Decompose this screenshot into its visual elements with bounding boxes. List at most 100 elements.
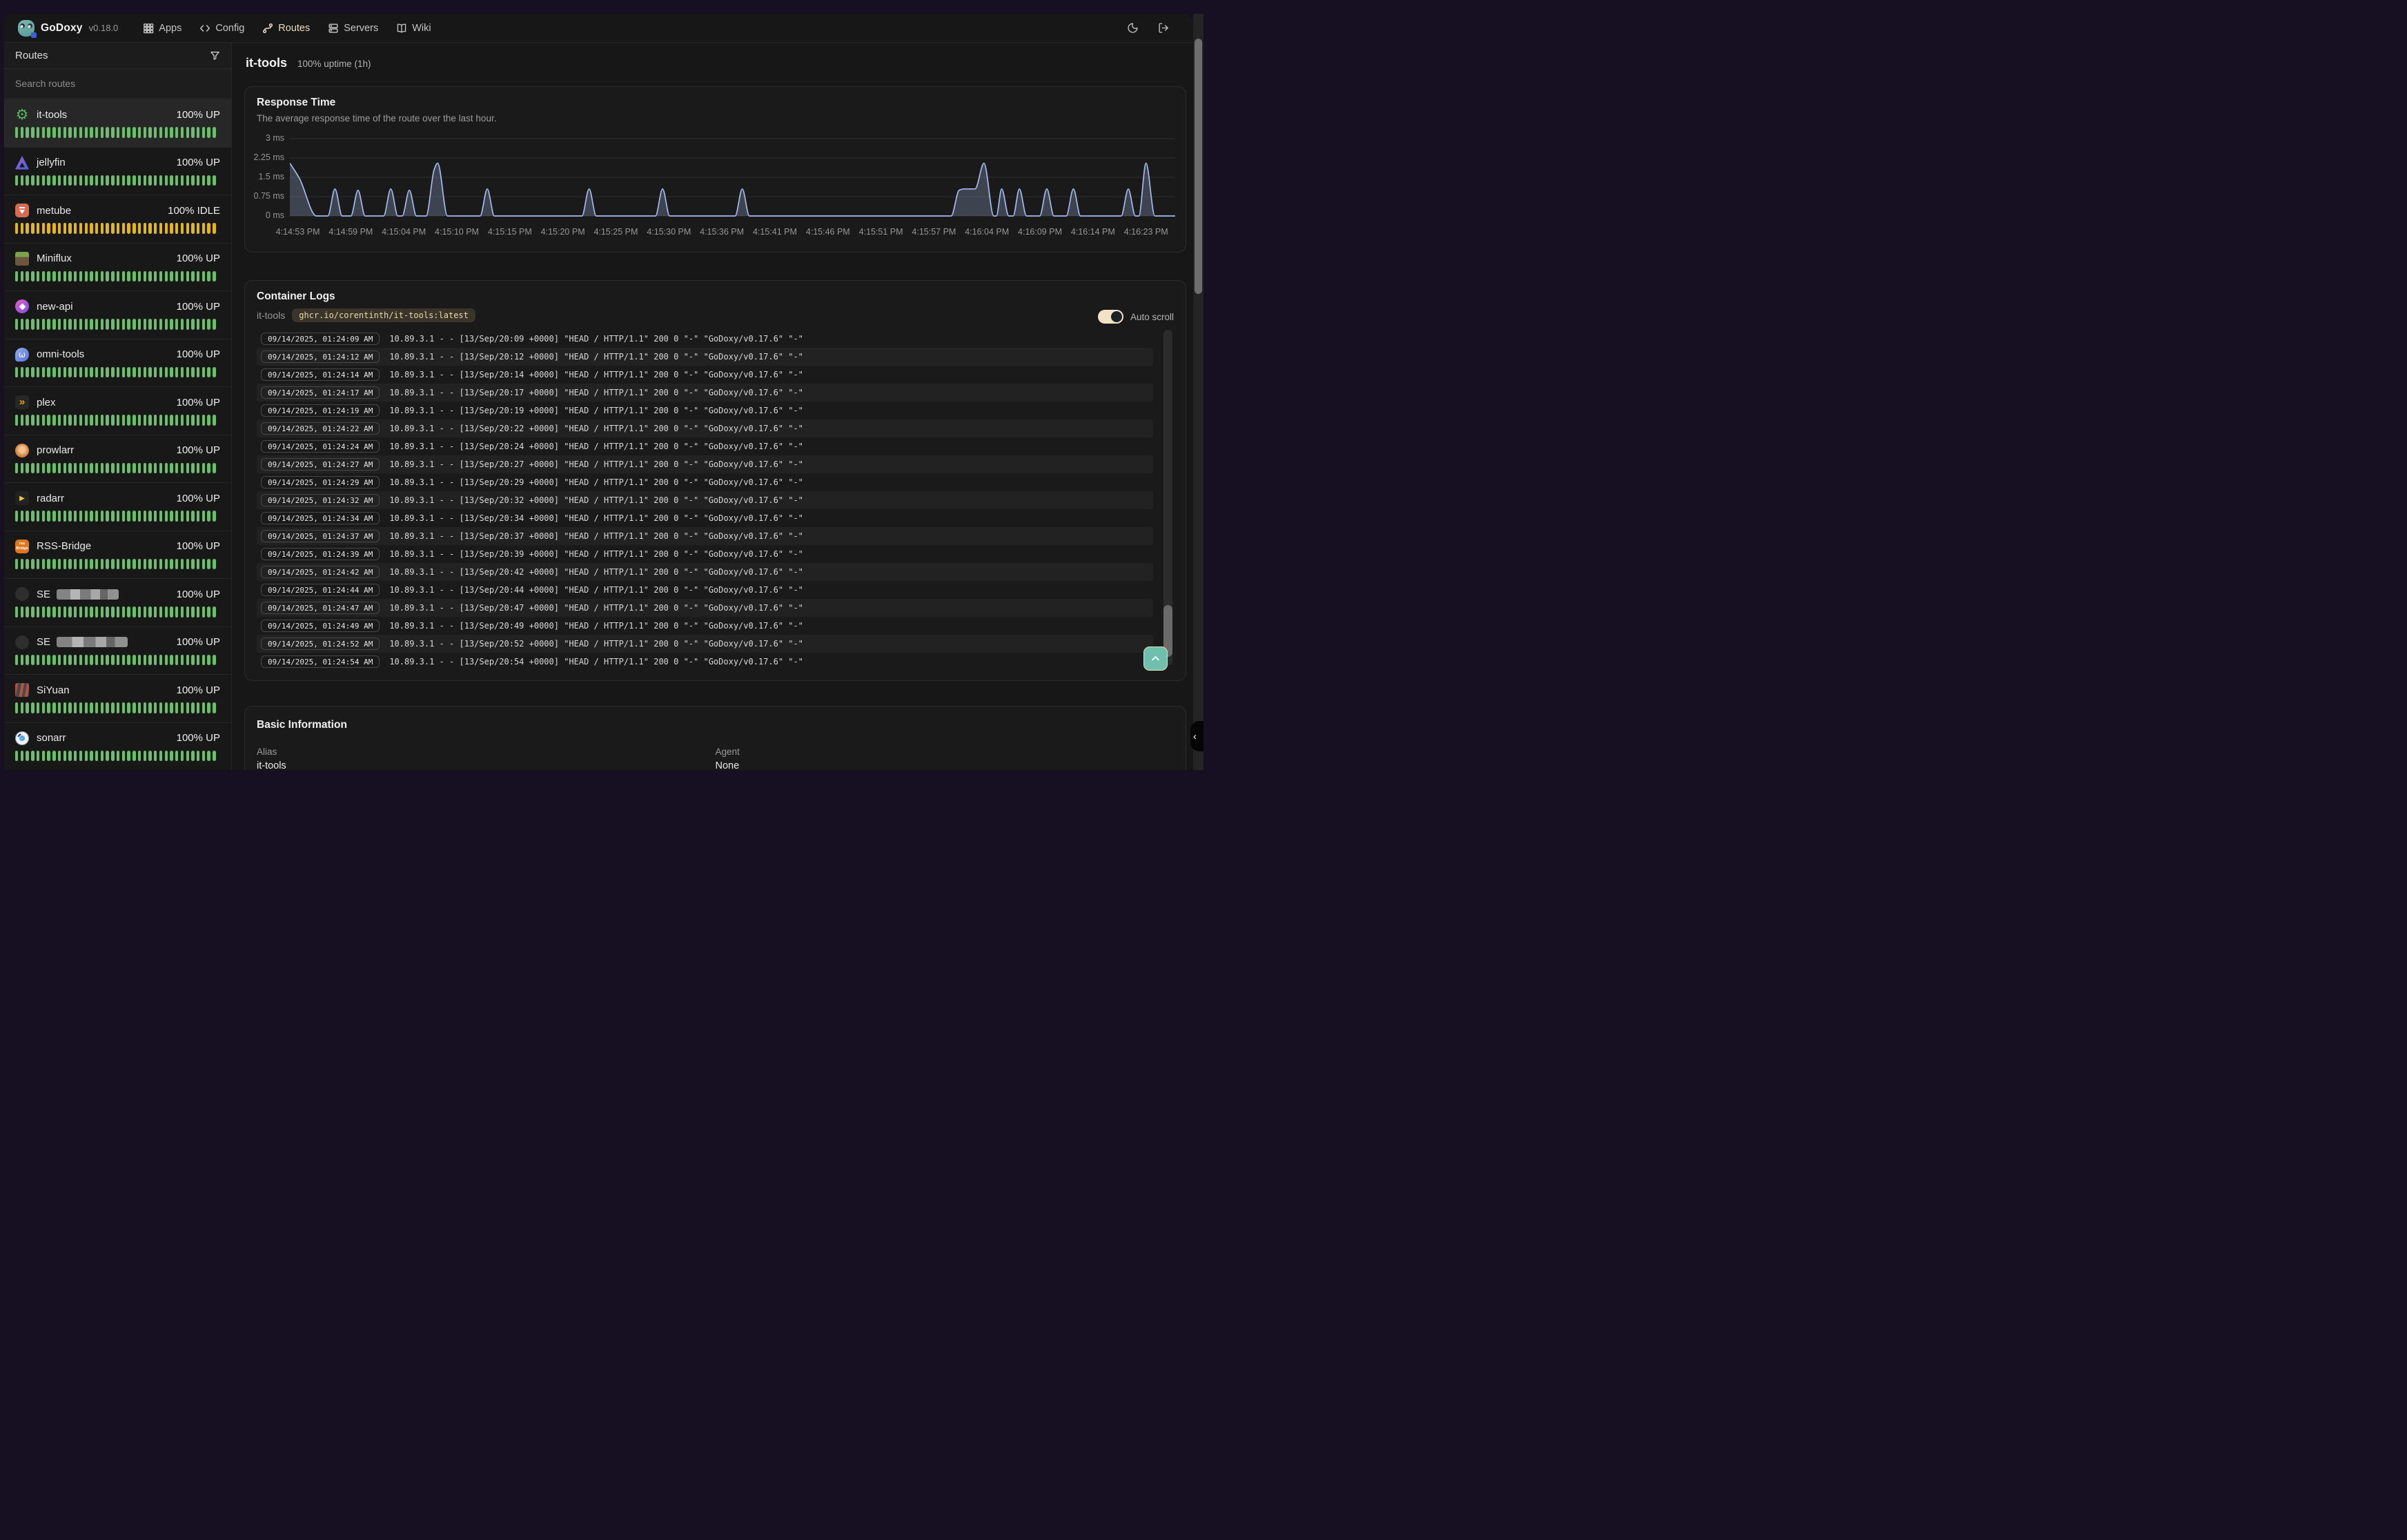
navbar-actions — [1127, 22, 1179, 34]
search-routes-input[interactable] — [15, 78, 220, 89]
uptime-text: 100% uptime (1h) — [297, 59, 371, 69]
log-row: 09/14/2025, 01:24:27 AM 10.89.3.1 - - [1… — [257, 455, 1153, 473]
log-message: 10.89.3.1 - - [13/Sep/20:44 +0000] "HEAD… — [389, 585, 803, 595]
chart-plot — [290, 133, 1175, 220]
route-list-item[interactable]: SE 100% UP — [4, 579, 231, 627]
route-list-item[interactable]: SE 100% UP — [4, 627, 231, 675]
log-timestamp: 09/14/2025, 01:24:34 AM — [261, 512, 380, 524]
route-name: RSS-Bridge — [37, 540, 91, 552]
log-row: 09/14/2025, 01:24:49 AM 10.89.3.1 - - [1… — [257, 617, 1153, 635]
field-agent: Agent None — [716, 747, 1175, 770]
scroll-to-top-button[interactable] — [1143, 646, 1168, 671]
uptime-bars — [15, 415, 220, 426]
log-message: 10.89.3.1 - - [13/Sep/20:29 +0000] "HEAD… — [389, 477, 803, 487]
panel-collapse-handle[interactable]: ‹ — [1190, 721, 1204, 751]
it-tools-icon: ⚙ — [15, 108, 29, 121]
sonarr-icon — [15, 731, 29, 745]
route-list-item[interactable]: new-api 100% UP — [4, 291, 231, 339]
autoscroll-label: Auto scroll — [1130, 312, 1174, 322]
page-scrollbar-thumb[interactable] — [1195, 39, 1202, 294]
route-name: SE — [37, 636, 128, 648]
log-scrollbar[interactable] — [1163, 330, 1172, 665]
new-api-icon — [15, 299, 29, 313]
route-status: 100% UP — [177, 589, 220, 600]
redacted-route-name — [57, 589, 119, 600]
log-row: 09/14/2025, 01:24:42 AM 10.89.3.1 - - [1… — [257, 563, 1153, 581]
log-timestamp: 09/14/2025, 01:24:27 AM — [261, 458, 380, 471]
route-name: omni-tools — [37, 348, 84, 360]
route-list: ⚙ it-tools 100% UP jellyfin 100% UP metu… — [4, 99, 231, 770]
log-message: 10.89.3.1 - - [13/Sep/20:34 +0000] "HEAD… — [389, 513, 803, 523]
autoscroll-toggle[interactable] — [1098, 310, 1123, 324]
log-timestamp: 09/14/2025, 01:24:52 AM — [261, 638, 380, 650]
log-timestamp: 09/14/2025, 01:24:49 AM — [261, 620, 380, 632]
uptime-bars — [15, 271, 220, 282]
log-timestamp: 09/14/2025, 01:24:24 AM — [261, 440, 380, 453]
page-scrollbar[interactable] — [1193, 14, 1204, 770]
route-list-item[interactable]: sonarr 100% UP — [4, 723, 231, 771]
redacted-route-name — [57, 637, 128, 647]
log-message: 10.89.3.1 - - [13/Sep/20:27 +0000] "HEAD… — [389, 460, 803, 469]
agent-label: Agent — [716, 747, 1175, 757]
nav-label-config: Config — [215, 23, 244, 34]
log-row: 09/14/2025, 01:24:54 AM 10.89.3.1 - - [1… — [257, 653, 1153, 671]
route-detail: it-tools 100% uptime (1h) Response Time … — [232, 43, 1193, 770]
log-row: 09/14/2025, 01:24:09 AM 10.89.3.1 - - [1… — [257, 330, 1153, 348]
route-list-item[interactable]: metube 100% IDLE — [4, 195, 231, 244]
chevron-left-icon: ‹ — [1193, 731, 1197, 742]
route-status: 100% UP — [177, 157, 220, 168]
log-message: 10.89.3.1 - - [13/Sep/20:49 +0000] "HEAD… — [389, 621, 803, 631]
uptime-bars — [15, 751, 220, 762]
log-message: 10.89.3.1 - - [13/Sep/20:17 +0000] "HEAD… — [389, 388, 803, 397]
nav-item-servers[interactable]: Servers — [328, 23, 378, 34]
route-list-item[interactable]: Miniflux 100% UP — [4, 244, 231, 292]
route-list-item[interactable]: SiYuan 100% UP — [4, 675, 231, 723]
logout-icon[interactable] — [1158, 22, 1170, 34]
log-message: 10.89.3.1 - - [13/Sep/20:22 +0000] "HEAD… — [389, 424, 803, 433]
autoscroll-control: Auto scroll — [1098, 310, 1174, 324]
route-status: 100% UP — [177, 684, 220, 696]
log-row: 09/14/2025, 01:24:12 AM 10.89.3.1 - - [1… — [257, 348, 1153, 366]
log-row: 09/14/2025, 01:24:29 AM 10.89.3.1 - - [1… — [257, 473, 1153, 491]
log-row: 09/14/2025, 01:24:17 AM 10.89.3.1 - - [1… — [257, 384, 1153, 402]
nav-item-apps[interactable]: Apps — [143, 23, 181, 34]
log-timestamp: 09/14/2025, 01:24:44 AM — [261, 584, 380, 596]
route-list-item[interactable]: ⚙ it-tools 100% UP — [4, 99, 231, 148]
route-list-item[interactable]: ▶ radarr 100% UP — [4, 483, 231, 531]
book-icon — [396, 23, 407, 34]
route-list-item[interactable]: prowlarr 100% UP — [4, 435, 231, 484]
nav-item-config[interactable]: Config — [199, 23, 244, 34]
se-icon — [15, 587, 29, 601]
basic-information-card: Basic Information Alias it-tools Agent N… — [244, 706, 1186, 770]
route-list-item[interactable]: » plex 100% UP — [4, 387, 231, 435]
nav-item-routes[interactable]: Routes — [262, 23, 310, 34]
brand-version: v0.18.0 — [89, 23, 119, 33]
nav-item-wiki[interactable]: Wiki — [396, 23, 431, 34]
response-time-chart: 3 ms2.25 ms1.5 ms0.75 ms0 ms 4:14:53 PM4… — [257, 133, 1174, 242]
uptime-bars — [15, 606, 220, 618]
log-message: 10.89.3.1 - - [13/Sep/20:12 +0000] "HEAD… — [389, 352, 803, 362]
uptime-bars — [15, 319, 220, 330]
route-name: plex — [37, 397, 56, 408]
response-time-card: Response Time The average response time … — [244, 86, 1186, 253]
log-timestamp: 09/14/2025, 01:24:22 AM — [261, 422, 380, 435]
se-icon — [15, 635, 29, 649]
omni-tools-icon: ω — [15, 348, 29, 362]
filter-icon[interactable] — [210, 50, 220, 61]
log-row: 09/14/2025, 01:24:22 AM 10.89.3.1 - - [1… — [257, 419, 1153, 437]
toggle-knob — [1111, 311, 1122, 322]
log-message: 10.89.3.1 - - [13/Sep/20:19 +0000] "HEAD… — [389, 406, 803, 415]
log-message: 10.89.3.1 - - [13/Sep/20:52 +0000] "HEAD… — [389, 639, 803, 649]
theme-toggle-moon-icon[interactable] — [1127, 22, 1139, 34]
route-list-item[interactable]: ω omni-tools 100% UP — [4, 339, 231, 388]
brand-name: GoDoxy — [41, 22, 83, 34]
log-message: 10.89.3.1 - - [13/Sep/20:32 +0000] "HEAD… — [389, 495, 803, 505]
route-list-item[interactable]: jellyfin 100% UP — [4, 148, 231, 196]
log-timestamp: 09/14/2025, 01:24:09 AM — [261, 333, 380, 345]
log-row: 09/14/2025, 01:24:19 AM 10.89.3.1 - - [1… — [257, 402, 1153, 419]
uptime-bars — [15, 559, 220, 570]
miniflux-icon — [15, 252, 29, 266]
log-timestamp: 09/14/2025, 01:24:42 AM — [261, 566, 380, 578]
container-logs-card: Container Logs it-tools ghcr.io/corentin… — [244, 280, 1186, 681]
route-list-item[interactable]: rss Bridge RSS-Bridge 100% UP — [4, 531, 231, 580]
